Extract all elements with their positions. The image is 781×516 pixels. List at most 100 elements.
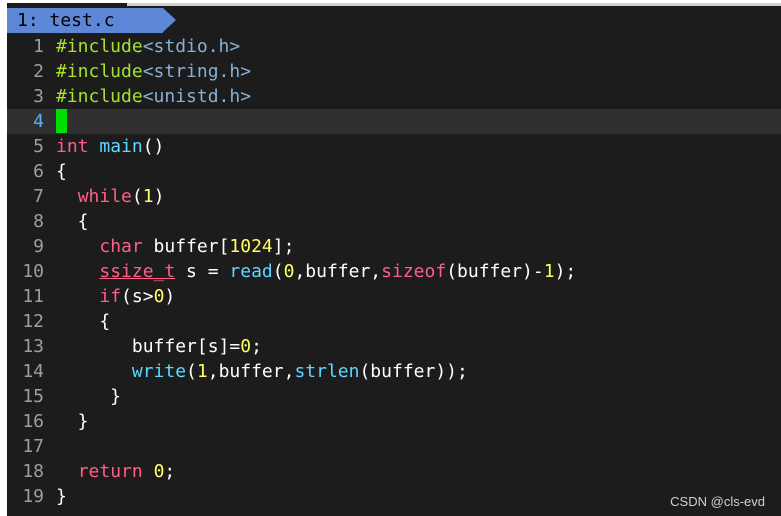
line-number: 5 [33, 136, 44, 157]
code-text: { [56, 309, 110, 334]
code-token: 0 [283, 261, 295, 282]
code-line[interactable]: 18 return 0; [7, 459, 781, 484]
code-text: #include<stdio.h> [56, 34, 240, 59]
code-line[interactable]: 3 #include<unistd.h> [7, 84, 781, 109]
code-token: sizeof [381, 261, 447, 282]
code-token: (buffer)); [359, 361, 468, 382]
line-number: 18 [22, 461, 44, 482]
code-text: char buffer[1024]; [56, 234, 294, 259]
code-line[interactable]: 17 [7, 434, 781, 459]
code-line[interactable]: 4 [7, 109, 781, 134]
vim-window[interactable]: 1: test.c 1 #include<stdio.h> 2 #include<st… [7, 3, 781, 516]
code-line[interactable]: 11 if(s>0) [7, 284, 781, 309]
code-line[interactable]: 2 #include<string.h> [7, 59, 781, 84]
code-text: #include<string.h> [56, 59, 251, 84]
code-token: 1024 [229, 236, 273, 257]
code-token: buffer[s]= [56, 336, 241, 357]
code-token: ,buffer, [207, 361, 295, 382]
code-token: 0 [240, 336, 252, 357]
watermark: CSDN @cls-evd [670, 494, 765, 509]
code-text: buffer[s]=0; [56, 334, 262, 359]
tabline: 1: test.c [7, 8, 781, 33]
code-line[interactable]: 10 ssize_t s = read(0,buffer,sizeof(buff… [7, 259, 781, 284]
code-line[interactable]: 15 } [7, 384, 781, 409]
line-number: 7 [33, 186, 44, 207]
code-token: } [56, 411, 89, 432]
line-number: 16 [22, 411, 44, 432]
line-number: 3 [33, 86, 44, 107]
code-token: 0 [153, 286, 165, 307]
code-line[interactable]: 12 { [7, 309, 781, 334]
code-text: return 0; [56, 459, 176, 484]
line-number: 8 [33, 211, 44, 232]
code-line[interactable]: 8 { [7, 209, 781, 234]
code-line[interactable]: 5 int main() [7, 134, 781, 159]
code-text: #include<unistd.h> [56, 84, 251, 109]
line-number: 13 [22, 336, 44, 357]
code-token: ,buffer, [294, 261, 382, 282]
line-number: 19 [22, 486, 44, 507]
code-token: ; [251, 336, 262, 357]
line-number: 15 [22, 386, 44, 407]
code-editor[interactable]: 1 #include<stdio.h> 2 #include<string.h> 3 #i… [7, 34, 781, 516]
window-top-strip [127, 3, 781, 6]
code-token: ) [153, 186, 165, 207]
code-token: #include [56, 86, 143, 107]
code-text: } [56, 409, 89, 434]
line-number: 2 [33, 61, 44, 82]
code-line[interactable]: 13 buffer[s]=0; [7, 334, 781, 359]
code-line[interactable]: 14 write(1,buffer,strlen(buffer)); [7, 359, 781, 384]
code-token: strlen [294, 361, 360, 382]
code-token: { [56, 211, 89, 232]
code-token: 1 [142, 186, 154, 207]
code-line[interactable]: 16 } [7, 409, 781, 434]
code-token: { [56, 311, 111, 332]
line-number: 1 [33, 36, 44, 57]
code-line[interactable]: 9 char buffer[1024]; [7, 234, 781, 259]
code-token: <unistd.h> [142, 86, 252, 107]
code-token: write [131, 361, 187, 382]
code-text: write(1,buffer,strlen(buffer)); [56, 359, 468, 384]
code-token: } [56, 486, 67, 507]
code-token: { [56, 161, 67, 182]
code-token: } [56, 386, 122, 407]
code-token: ( [131, 186, 143, 207]
code-line[interactable]: 6{ [7, 159, 781, 184]
code-token: ) [164, 286, 176, 307]
code-line[interactable]: 1 #include<stdio.h> [7, 34, 781, 59]
code-text: if(s>0) [56, 284, 175, 309]
code-text: int main() [56, 134, 164, 159]
code-text: ssize_t s = read(0,buffer,sizeof(buffer)… [56, 259, 576, 284]
code-token: () [142, 136, 165, 157]
line-number: 11 [22, 286, 44, 307]
code-token: (buffer)- [446, 261, 544, 282]
code-token: ]; [272, 236, 295, 257]
code-token: buffer[ [142, 236, 230, 257]
code-token: while [77, 186, 132, 207]
code-token: <string.h> [142, 61, 252, 82]
code-text: { [56, 209, 89, 234]
code-token: read [229, 261, 273, 282]
line-number: 12 [22, 311, 44, 332]
code-token: if [99, 286, 122, 307]
code-line[interactable]: 19} [7, 484, 781, 509]
code-token: 1 [543, 261, 555, 282]
code-text [56, 109, 67, 134]
code-token: ( [272, 261, 284, 282]
tab-test-c[interactable]: 1: test.c [7, 8, 163, 33]
code-token: ssize_t [99, 261, 176, 282]
code-token: ; [164, 461, 176, 482]
code-token: return [77, 461, 143, 482]
code-token: main [99, 136, 143, 157]
code-line[interactable]: 7 while(1) [7, 184, 781, 209]
code-token: <stdio.h> [142, 36, 241, 57]
line-number: 17 [22, 436, 44, 457]
code-token: char [99, 236, 143, 257]
